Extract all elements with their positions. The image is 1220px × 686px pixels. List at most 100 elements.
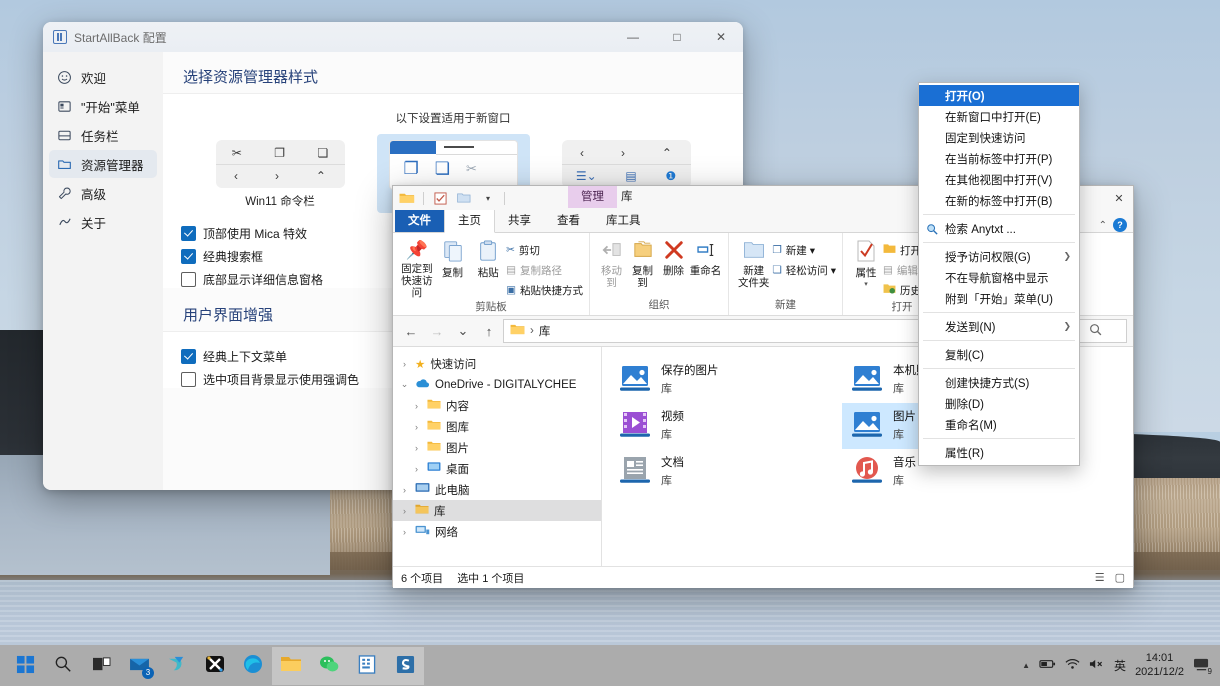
tab-home[interactable]: 主页 [444,209,495,233]
recent-locations-button[interactable]: ⌄ [451,319,475,343]
menu-item-rename[interactable]: 重命名(M) [919,414,1079,435]
nav-item-network[interactable]: › 网络 [393,521,601,542]
chevron-right-icon[interactable]: › [399,485,410,495]
pin-to-quick-access-button[interactable]: 📌 固定到 快速访问 [399,237,435,299]
tab-share[interactable]: 共享 [495,210,544,232]
new-folder-button[interactable]: 新建 文件夹 [735,237,772,289]
forward-button[interactable]: → [425,319,449,343]
startallback-titlebar[interactable]: StartAllBack 配置 — □ ✕ [43,22,743,52]
file-explorer-button[interactable] [272,647,310,685]
search-button[interactable] [44,647,82,685]
maximize-button[interactable]: □ [655,22,699,52]
wechat-button[interactable] [310,647,348,685]
cut-button[interactable]: ✂ 剪切 [506,241,583,259]
chevron-down-icon[interactable]: ▾ [480,191,496,206]
menu-item-open-current-tab[interactable]: 在当前标签中打开(P) [919,148,1079,169]
chevron-right-icon[interactable]: › [411,401,422,411]
nav-item-desktop[interactable]: › 桌面 [393,458,601,479]
nav-item-gallery[interactable]: › 图库 [393,416,601,437]
menu-item-delete[interactable]: 删除(D) [919,393,1079,414]
nav-item-content[interactable]: › 内容 [393,395,601,416]
chevron-right-icon[interactable]: › [399,527,410,537]
checkbox-box[interactable] [181,226,196,241]
tab-file[interactable]: 文件 [395,210,444,232]
ime-icon[interactable]: 英 [1114,657,1126,674]
app-button-reader[interactable] [348,647,386,685]
list-item[interactable]: 保存的图片 库 [610,357,842,403]
menu-item-open-other-view[interactable]: 在其他视图中打开(V) [919,169,1079,190]
menu-item-search-anytxt[interactable]: 检索 Anytxt ... [919,218,1079,239]
app-button-teal[interactable] [158,647,196,685]
sidebar-item-start-menu[interactable]: "开始"菜单 [49,92,157,120]
sidebar-item-taskbar[interactable]: 任务栏 [49,121,157,149]
back-button[interactable]: ← [399,319,423,343]
menu-item-open-new-tab[interactable]: 在新的标签中打开(B) [919,190,1079,211]
properties-button[interactable]: 属性 ▾ [849,237,883,289]
chevron-right-icon[interactable]: › [411,464,422,474]
sogou-button[interactable] [386,647,424,685]
tab-library-tools[interactable]: 库工具 [593,210,654,232]
copy-button[interactable]: 复制 [435,237,471,279]
clock[interactable]: 14:01 2021/12/2 [1135,652,1184,678]
task-view-button[interactable] [82,647,120,685]
nav-item-this-pc[interactable]: › 此电脑 [393,479,601,500]
close-button[interactable]: ✕ [699,22,743,52]
sidebar-item-explorer[interactable]: 资源管理器 [49,150,157,178]
nav-item-quick-access[interactable]: › ★ 快速访问 [393,353,601,374]
menu-item-send-to[interactable]: 发送到(N) ❯ [919,316,1079,337]
menu-item-hide-from-nav[interactable]: 不在导航窗格中显示 [919,267,1079,288]
ribbon-collapse-icon[interactable]: ⌃ [1099,220,1107,231]
chevron-right-icon[interactable]: › [411,422,422,432]
chevron-down-icon[interactable]: ⌄ [399,379,410,390]
checkbox-box[interactable] [181,372,196,387]
paste-button[interactable]: 粘贴 [470,237,506,279]
app-button-x[interactable] [196,647,234,685]
new-folder-qat-icon[interactable] [456,191,472,206]
menu-item-pin-quick-access[interactable]: 固定到快速访问 [919,127,1079,148]
nav-item-libraries[interactable]: › 库 [393,500,601,521]
large-icons-view-icon[interactable]: ▢ [1115,571,1125,584]
context-menu[interactable]: 打开(O) 在新窗口中打开(E) 固定到快速访问 在当前标签中打开(P) 在其他… [918,82,1080,466]
menu-item-properties[interactable]: 属性(R) [919,442,1079,463]
copy-to-button[interactable]: 复制到 [627,237,658,289]
checkbox-box[interactable] [181,272,196,287]
menu-item-open[interactable]: 打开(O) [919,85,1079,106]
rename-button[interactable]: 重命名 [689,237,722,277]
minimize-button[interactable]: — [611,22,655,52]
new-item-button[interactable]: ❐ 新建 ▾ [772,241,836,259]
checkbox-box[interactable] [181,349,196,364]
mail-button[interactable]: 3 [120,647,158,685]
paste-shortcut-button[interactable]: ▣ 粘贴快捷方式 [506,281,583,299]
menu-item-pin-to-start[interactable]: 附到「开始」菜单(U) [919,288,1079,309]
up-button[interactable]: ↑ [477,319,501,343]
sidebar-item-advanced[interactable]: 高级 [49,179,157,207]
start-button[interactable] [6,647,44,685]
explorer-close-button[interactable]: ✕ [1105,186,1133,210]
chevron-right-icon[interactable]: › [411,443,422,453]
contextual-tab-manage[interactable]: 管理 [568,186,617,208]
details-view-icon[interactable]: ☰ [1095,571,1105,584]
move-to-button[interactable]: 移动到 [596,237,627,289]
edge-button[interactable] [234,647,272,685]
menu-item-create-shortcut[interactable]: 创建快捷方式(S) [919,372,1079,393]
properties-qat-icon[interactable] [432,191,448,206]
volume-muted-icon[interactable] [1089,658,1105,673]
chevron-right-icon[interactable]: › [399,506,410,516]
tray-overflow-button[interactable]: ▲ [1022,661,1030,670]
easy-access-button[interactable]: ❏ 轻松访问 ▾ [772,261,836,279]
sidebar-item-welcome[interactable]: 欢迎 [49,63,157,91]
sidebar-item-about[interactable]: 关于 [49,208,157,236]
nav-item-onedrive[interactable]: ⌄ OneDrive - DIGITALYCHEE [393,374,601,395]
list-item[interactable]: 视频 库 [610,403,842,449]
notification-center-button[interactable]: 9 [1193,657,1210,675]
style-card-win11[interactable]: ✂ ❐ ❏ ‹ › ⌃ Win11 命令栏 [204,134,357,213]
wifi-icon[interactable] [1065,658,1080,673]
list-item[interactable]: 文档 库 [610,449,842,495]
checkbox-box[interactable] [181,249,196,264]
menu-item-open-new-window[interactable]: 在新窗口中打开(E) [919,106,1079,127]
menu-item-copy[interactable]: 复制(C) [919,344,1079,365]
chevron-right-icon[interactable]: › [399,359,410,369]
battery-icon[interactable] [1039,658,1056,673]
help-icon[interactable]: ? [1113,218,1127,232]
delete-button[interactable]: 删除 [658,237,689,277]
